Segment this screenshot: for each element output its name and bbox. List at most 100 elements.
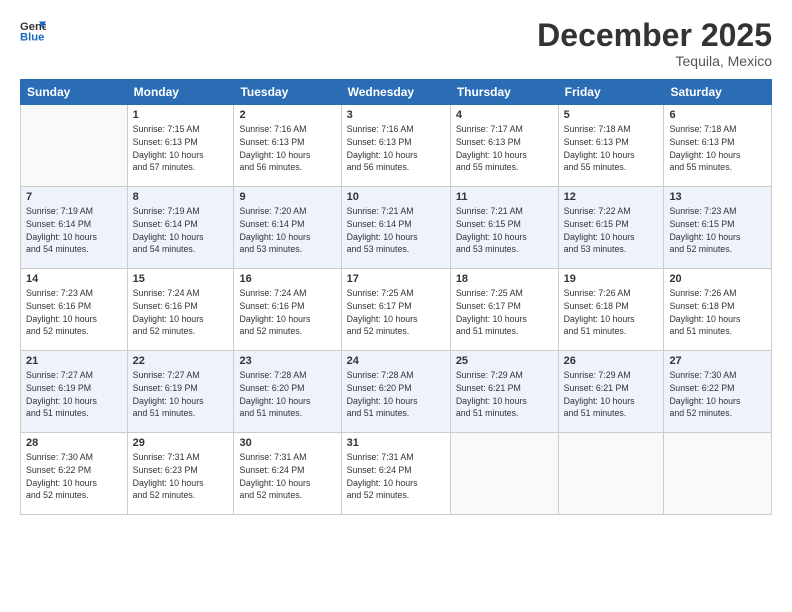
cell-details: Sunrise: 7:27 AMSunset: 6:19 PMDaylight:…: [26, 369, 122, 420]
table-row: 28Sunrise: 7:30 AMSunset: 6:22 PMDayligh…: [21, 433, 128, 515]
cell-details: Sunrise: 7:28 AMSunset: 6:20 PMDaylight:…: [239, 369, 335, 420]
day-number: 1: [133, 109, 229, 121]
day-number: 12: [564, 191, 659, 203]
cell-details: Sunrise: 7:31 AMSunset: 6:23 PMDaylight:…: [133, 451, 229, 502]
cell-details: Sunrise: 7:30 AMSunset: 6:22 PMDaylight:…: [26, 451, 122, 502]
day-number: 23: [239, 355, 335, 367]
day-number: 25: [456, 355, 553, 367]
day-number: 5: [564, 109, 659, 121]
calendar-week-row: 1 Sunrise: 7:15 AMSunset: 6:13 PMDaylight…: [21, 105, 772, 187]
table-row: 27 Sunrise: 7:30 AMSunset: 6:22 PMDayligh…: [664, 351, 772, 433]
col-wednesday: Wednesday: [341, 80, 450, 105]
svg-text:Blue: Blue: [20, 32, 44, 44]
table-row: [21, 105, 128, 187]
table-row: 18Sunrise: 7:25 AMSunset: 6:17 PMDayligh…: [450, 269, 558, 351]
cell-details: Sunrise: 7:22 AMSunset: 6:15 PMDaylight:…: [564, 205, 659, 256]
cell-details: Sunrise: 7:16 AMSunset: 6:13 PMDaylight:…: [239, 123, 335, 174]
day-number: 16: [239, 273, 335, 285]
table-row: 23 Sunrise: 7:28 AMSunset: 6:20 PMDayligh…: [234, 351, 341, 433]
calendar-table: Sunday Monday Tuesday Wednesday Thursday…: [20, 79, 772, 515]
table-row: 1 Sunrise: 7:15 AMSunset: 6:13 PMDaylight…: [127, 105, 234, 187]
col-monday: Monday: [127, 80, 234, 105]
cell-details: Sunrise: 7:17 AMSunset: 6:13 PMDaylight:…: [456, 123, 553, 174]
table-row: 29 Sunrise: 7:31 AMSunset: 6:23 PMDayligh…: [127, 433, 234, 515]
day-number: 7: [26, 191, 122, 203]
day-number: 2: [239, 109, 335, 121]
table-row: [558, 433, 664, 515]
cell-details: Sunrise: 7:20 AMSunset: 6:14 PMDaylight:…: [239, 205, 335, 256]
table-row: 15 Sunrise: 7:24 AMSunset: 6:16 PMDayligh…: [127, 269, 234, 351]
day-number: 26: [564, 355, 659, 367]
col-friday: Friday: [558, 80, 664, 105]
table-row: 21 Sunrise: 7:27 AMSunset: 6:19 PMDayligh…: [21, 351, 128, 433]
col-thursday: Thursday: [450, 80, 558, 105]
table-row: [664, 433, 772, 515]
day-number: 22: [133, 355, 229, 367]
day-number: 9: [239, 191, 335, 203]
day-number: 11: [456, 191, 553, 203]
table-row: 8 Sunrise: 7:19 AMSunset: 6:14 PMDaylight…: [127, 187, 234, 269]
table-row: 19Sunrise: 7:26 AMSunset: 6:18 PMDayligh…: [558, 269, 664, 351]
header: General Blue December 2025 Tequila, Mexi…: [20, 18, 772, 69]
cell-details: Sunrise: 7:25 AMSunset: 6:17 PMDaylight:…: [456, 287, 553, 338]
day-number: 3: [347, 109, 445, 121]
cell-details: Sunrise: 7:29 AMSunset: 6:21 PMDaylight:…: [564, 369, 659, 420]
table-row: 9 Sunrise: 7:20 AMSunset: 6:14 PMDaylight…: [234, 187, 341, 269]
day-number: 31: [347, 437, 445, 449]
col-saturday: Saturday: [664, 80, 772, 105]
cell-details: Sunrise: 7:25 AMSunset: 6:17 PMDaylight:…: [347, 287, 445, 338]
day-number: 6: [669, 109, 766, 121]
day-number: 17: [347, 273, 445, 285]
calendar-week-row: 14 Sunrise: 7:23 AMSunset: 6:16 PMDayligh…: [21, 269, 772, 351]
table-row: 31 Sunrise: 7:31 AMSunset: 6:24 PMDayligh…: [341, 433, 450, 515]
table-row: 26 Sunrise: 7:29 AMSunset: 6:21 PMDayligh…: [558, 351, 664, 433]
cell-details: Sunrise: 7:26 AMSunset: 6:18 PMDaylight:…: [669, 287, 766, 338]
cell-details: Sunrise: 7:18 AMSunset: 6:13 PMDaylight:…: [669, 123, 766, 174]
cell-details: Sunrise: 7:15 AMSunset: 6:13 PMDaylight:…: [133, 123, 229, 174]
day-number: 8: [133, 191, 229, 203]
table-row: 16 Sunrise: 7:24 AMSunset: 6:16 PMDayligh…: [234, 269, 341, 351]
logo: General Blue: [20, 18, 48, 44]
table-row: 25Sunrise: 7:29 AMSunset: 6:21 PMDayligh…: [450, 351, 558, 433]
table-row: [450, 433, 558, 515]
table-row: 2 Sunrise: 7:16 AMSunset: 6:13 PMDaylight…: [234, 105, 341, 187]
table-row: 24 Sunrise: 7:28 AMSunset: 6:20 PMDayligh…: [341, 351, 450, 433]
calendar-header-row: Sunday Monday Tuesday Wednesday Thursday…: [21, 80, 772, 105]
location-subtitle: Tequila, Mexico: [537, 53, 772, 69]
cell-details: Sunrise: 7:28 AMSunset: 6:20 PMDaylight:…: [347, 369, 445, 420]
day-number: 27: [669, 355, 766, 367]
table-row: 17 Sunrise: 7:25 AMSunset: 6:17 PMDayligh…: [341, 269, 450, 351]
day-number: 19: [564, 273, 659, 285]
day-number: 21: [26, 355, 122, 367]
day-number: 24: [347, 355, 445, 367]
cell-details: Sunrise: 7:31 AMSunset: 6:24 PMDaylight:…: [347, 451, 445, 502]
cell-details: Sunrise: 7:18 AMSunset: 6:13 PMDaylight:…: [564, 123, 659, 174]
col-sunday: Sunday: [21, 80, 128, 105]
day-number: 4: [456, 109, 553, 121]
table-row: 11Sunrise: 7:21 AMSunset: 6:15 PMDayligh…: [450, 187, 558, 269]
cell-details: Sunrise: 7:23 AMSunset: 6:15 PMDaylight:…: [669, 205, 766, 256]
day-number: 15: [133, 273, 229, 285]
page: General Blue December 2025 Tequila, Mexi…: [0, 0, 792, 612]
table-row: 12 Sunrise: 7:22 AMSunset: 6:15 PMDayligh…: [558, 187, 664, 269]
col-tuesday: Tuesday: [234, 80, 341, 105]
table-row: 3Sunrise: 7:16 AMSunset: 6:13 PMDaylight…: [341, 105, 450, 187]
calendar-week-row: 21 Sunrise: 7:27 AMSunset: 6:19 PMDayligh…: [21, 351, 772, 433]
logo-icon: General Blue: [20, 18, 46, 44]
cell-details: Sunrise: 7:23 AMSunset: 6:16 PMDaylight:…: [26, 287, 122, 338]
table-row: 5 Sunrise: 7:18 AMSunset: 6:13 PMDaylight…: [558, 105, 664, 187]
day-number: 14: [26, 273, 122, 285]
cell-details: Sunrise: 7:31 AMSunset: 6:24 PMDaylight:…: [239, 451, 335, 502]
cell-details: Sunrise: 7:24 AMSunset: 6:16 PMDaylight:…: [239, 287, 335, 338]
cell-details: Sunrise: 7:30 AMSunset: 6:22 PMDaylight:…: [669, 369, 766, 420]
table-row: 13Sunrise: 7:23 AMSunset: 6:15 PMDayligh…: [664, 187, 772, 269]
day-number: 29: [133, 437, 229, 449]
table-row: 14 Sunrise: 7:23 AMSunset: 6:16 PMDayligh…: [21, 269, 128, 351]
table-row: 10Sunrise: 7:21 AMSunset: 6:14 PMDayligh…: [341, 187, 450, 269]
calendar-week-row: 28Sunrise: 7:30 AMSunset: 6:22 PMDayligh…: [21, 433, 772, 515]
table-row: 4 Sunrise: 7:17 AMSunset: 6:13 PMDaylight…: [450, 105, 558, 187]
title-block: December 2025 Tequila, Mexico: [537, 18, 772, 69]
calendar-week-row: 7 Sunrise: 7:19 AMSunset: 6:14 PMDaylight…: [21, 187, 772, 269]
cell-details: Sunrise: 7:19 AMSunset: 6:14 PMDaylight:…: [133, 205, 229, 256]
cell-details: Sunrise: 7:24 AMSunset: 6:16 PMDaylight:…: [133, 287, 229, 338]
